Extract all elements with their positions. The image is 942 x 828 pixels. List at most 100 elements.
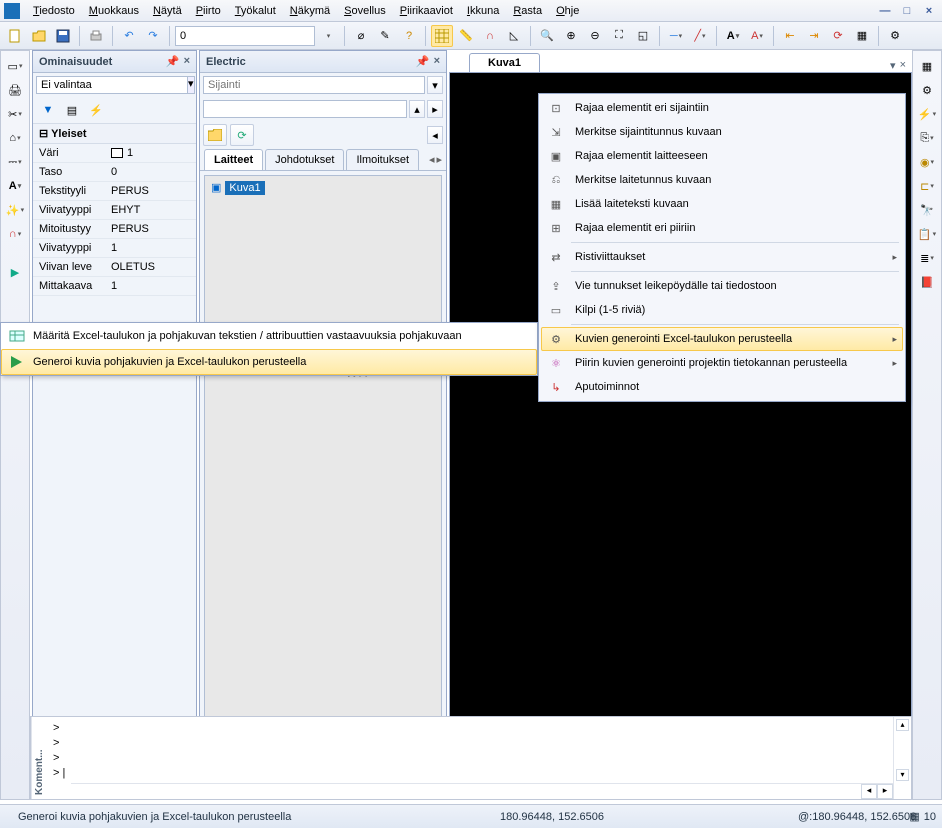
window-minimize-button[interactable]: — xyxy=(876,5,894,17)
copy-tool-icon[interactable]: ⎘ xyxy=(915,127,939,149)
tree-expand-icon[interactable]: ▣ xyxy=(209,180,223,195)
window-close-button[interactable]: × xyxy=(920,5,938,17)
print-button[interactable] xyxy=(85,25,107,47)
doc-tab-kuva1[interactable]: Kuva1 xyxy=(469,53,540,72)
ctx-crop-device[interactable]: ▣Rajaa elementit laitteeseen xyxy=(541,144,903,168)
undo-button[interactable]: ↶ xyxy=(118,25,140,47)
zoom-fit-icon[interactable]: ⛶ xyxy=(608,25,630,47)
command-vscroll[interactable]: ▴ ▾ xyxy=(893,717,911,799)
snap-magnet-icon[interactable]: ∩ xyxy=(479,25,501,47)
book-icon[interactable]: 📕 xyxy=(915,271,939,293)
tab-devices[interactable]: Laitteet xyxy=(204,149,263,170)
folder-open-icon[interactable] xyxy=(203,124,227,146)
align-left-icon[interactable]: ⇤ xyxy=(779,25,801,47)
nav-up-icon[interactable]: ▴ xyxy=(409,100,425,118)
location-dropdown-icon[interactable]: ▾ xyxy=(427,76,443,94)
ctx-add-text[interactable]: ▦Lisää laiteteksti kuvaan xyxy=(541,192,903,216)
value-dropdown[interactable] xyxy=(317,25,339,47)
prop-apply-icon[interactable]: ▤ xyxy=(61,99,83,121)
panel-close-icon[interactable]: × xyxy=(184,55,190,68)
select-tool-icon[interactable]: ▭ xyxy=(3,55,27,77)
list-tool-icon[interactable]: ≣ xyxy=(915,247,939,269)
tab-notifications[interactable]: Ilmoitukset xyxy=(346,149,419,170)
menu-edit[interactable]: Muokkaus xyxy=(82,2,146,20)
menu-circuits[interactable]: Piirikaaviot xyxy=(393,2,460,20)
component-lib-icon[interactable]: ⚡ xyxy=(915,103,939,125)
grid-toggle-button[interactable] xyxy=(431,25,453,47)
panel-pin-icon[interactable]: 📌 xyxy=(416,55,430,68)
scissors-tool-icon[interactable]: ✂ xyxy=(3,103,27,125)
menu-view[interactable]: Näytä xyxy=(146,2,189,20)
location-input[interactable] xyxy=(203,76,425,94)
text-style-dropdown[interactable]: A xyxy=(746,25,768,47)
symbol-icon[interactable]: ◉ xyxy=(915,151,939,173)
menu-window[interactable]: Ikkuna xyxy=(460,2,506,20)
filter-icon[interactable]: ▼ xyxy=(37,99,59,121)
linecolor-dropdown[interactable]: ╱ xyxy=(689,25,711,47)
gear-icon[interactable]: ⚙ xyxy=(915,79,939,101)
menu-draw[interactable]: Piirto xyxy=(189,2,228,20)
ctx-generate-excel[interactable]: ⚙Kuvien generointi Excel-taulukon perust… xyxy=(541,327,903,351)
tree-item-kuva1[interactable]: Kuva1 xyxy=(225,181,264,195)
refresh-list-icon[interactable]: ⟳ xyxy=(230,124,254,146)
zoom-extent-icon[interactable]: ◱ xyxy=(632,25,654,47)
terminal-icon[interactable]: ⊏ xyxy=(915,175,939,197)
flyout-item-generate-images[interactable]: Generoi kuvia pohjakuvien ja Excel-taulu… xyxy=(1,349,537,375)
panel-close-icon[interactable]: × xyxy=(434,55,440,68)
home-tool-icon[interactable]: ⌂ xyxy=(3,127,27,149)
window-restore-button[interactable]: □ xyxy=(898,5,916,17)
layers-icon[interactable]: ▦ xyxy=(851,25,873,47)
new-file-button[interactable] xyxy=(4,25,26,47)
menu-app[interactable]: Sovellus xyxy=(337,2,393,20)
ctx-helpers[interactable]: ↳Aputoiminnot xyxy=(541,375,903,399)
snap-ruler-icon[interactable]: 📏 xyxy=(455,25,477,47)
doc-menu-icon[interactable]: ▾ xyxy=(890,59,896,72)
tabs-left-icon[interactable]: ◂ xyxy=(429,153,435,166)
menu-file[interactable]: Tiedosto xyxy=(26,2,82,20)
refresh-icon[interactable]: ⟳ xyxy=(827,25,849,47)
doc-close-icon[interactable]: × xyxy=(900,59,906,72)
tool-eraser-icon[interactable]: ⌀ xyxy=(350,25,372,47)
menu-help[interactable]: Ohje xyxy=(549,2,586,20)
menu-rasta[interactable]: Rasta xyxy=(506,2,549,20)
ctx-crop-circuit[interactable]: ⊞Rajaa elementit eri piiriin xyxy=(541,216,903,240)
align-right-icon[interactable]: ⇥ xyxy=(803,25,825,47)
status-grid-icon[interactable]: ▦ xyxy=(909,810,919,823)
tool-pencil-icon[interactable]: ✎ xyxy=(374,25,396,47)
save-button[interactable] xyxy=(52,25,74,47)
wand-tool-icon[interactable]: ✨ xyxy=(3,199,27,221)
command-hscroll[interactable]: ◂ ▸ xyxy=(71,783,893,799)
selection-dropdown-icon[interactable]: ▾ xyxy=(188,76,195,94)
menu-tools[interactable]: Työkalut xyxy=(228,2,283,20)
binoculars-icon[interactable]: 🔭 xyxy=(915,199,939,221)
ctx-crossrefs[interactable]: ⇄Ristiviittaukset▸ xyxy=(541,245,903,269)
snap-angle-icon[interactable]: ◺ xyxy=(503,25,525,47)
panel-pin-icon[interactable]: 📌 xyxy=(166,55,180,68)
prop-lightning-icon[interactable]: ⚡ xyxy=(85,99,107,121)
selection-combo[interactable] xyxy=(36,76,188,94)
component-icon[interactable]: ⚙ xyxy=(884,25,906,47)
ctx-mark-location[interactable]: ⇲Merkitse sijaintitunnus kuvaan xyxy=(541,120,903,144)
text-a-icon[interactable]: A xyxy=(3,175,27,197)
print-tool-icon[interactable]: 🖨 xyxy=(3,79,27,101)
device-tree[interactable]: ▣ Kuva1 Määritä kuvan tyyppi xyxy=(204,175,442,758)
ctx-crop-location[interactable]: ⊡Rajaa elementit eri sijaintiin xyxy=(541,96,903,120)
menu-viewset[interactable]: Näkymä xyxy=(283,2,337,20)
collapse-icon[interactable]: ◂ xyxy=(427,126,443,144)
zoom-window-icon[interactable]: 🔍 xyxy=(536,25,558,47)
zoom-out-icon[interactable]: ⊖ xyxy=(584,25,606,47)
text-tool-button[interactable]: A xyxy=(722,25,744,47)
tool-help-icon[interactable]: ? xyxy=(398,25,420,47)
generate-tool-icon[interactable]: ▶ xyxy=(3,261,27,283)
nav-next-icon[interactable]: ▸ xyxy=(427,100,443,118)
ctx-nameplate[interactable]: ▭Kilpi (1-5 riviä) xyxy=(541,298,903,322)
zoom-in-icon[interactable]: ⊕ xyxy=(560,25,582,47)
ctx-export-ids[interactable]: ⇪Vie tunnukset leikepöydälle tai tiedost… xyxy=(541,274,903,298)
ctx-mark-device[interactable]: ⎌Merkitse laitetunnus kuvaan xyxy=(541,168,903,192)
linestyle-dropdown[interactable]: ─ xyxy=(665,25,687,47)
palette-icon[interactable]: ▦ xyxy=(915,55,939,77)
filter-input[interactable] xyxy=(203,100,407,118)
connector-tool-icon[interactable]: ⎓ xyxy=(3,151,27,173)
flyout-item-define-mapping[interactable]: Määritä Excel-taulukon ja pohjakuvan tek… xyxy=(1,323,537,349)
redo-button[interactable]: ↷ xyxy=(142,25,164,47)
